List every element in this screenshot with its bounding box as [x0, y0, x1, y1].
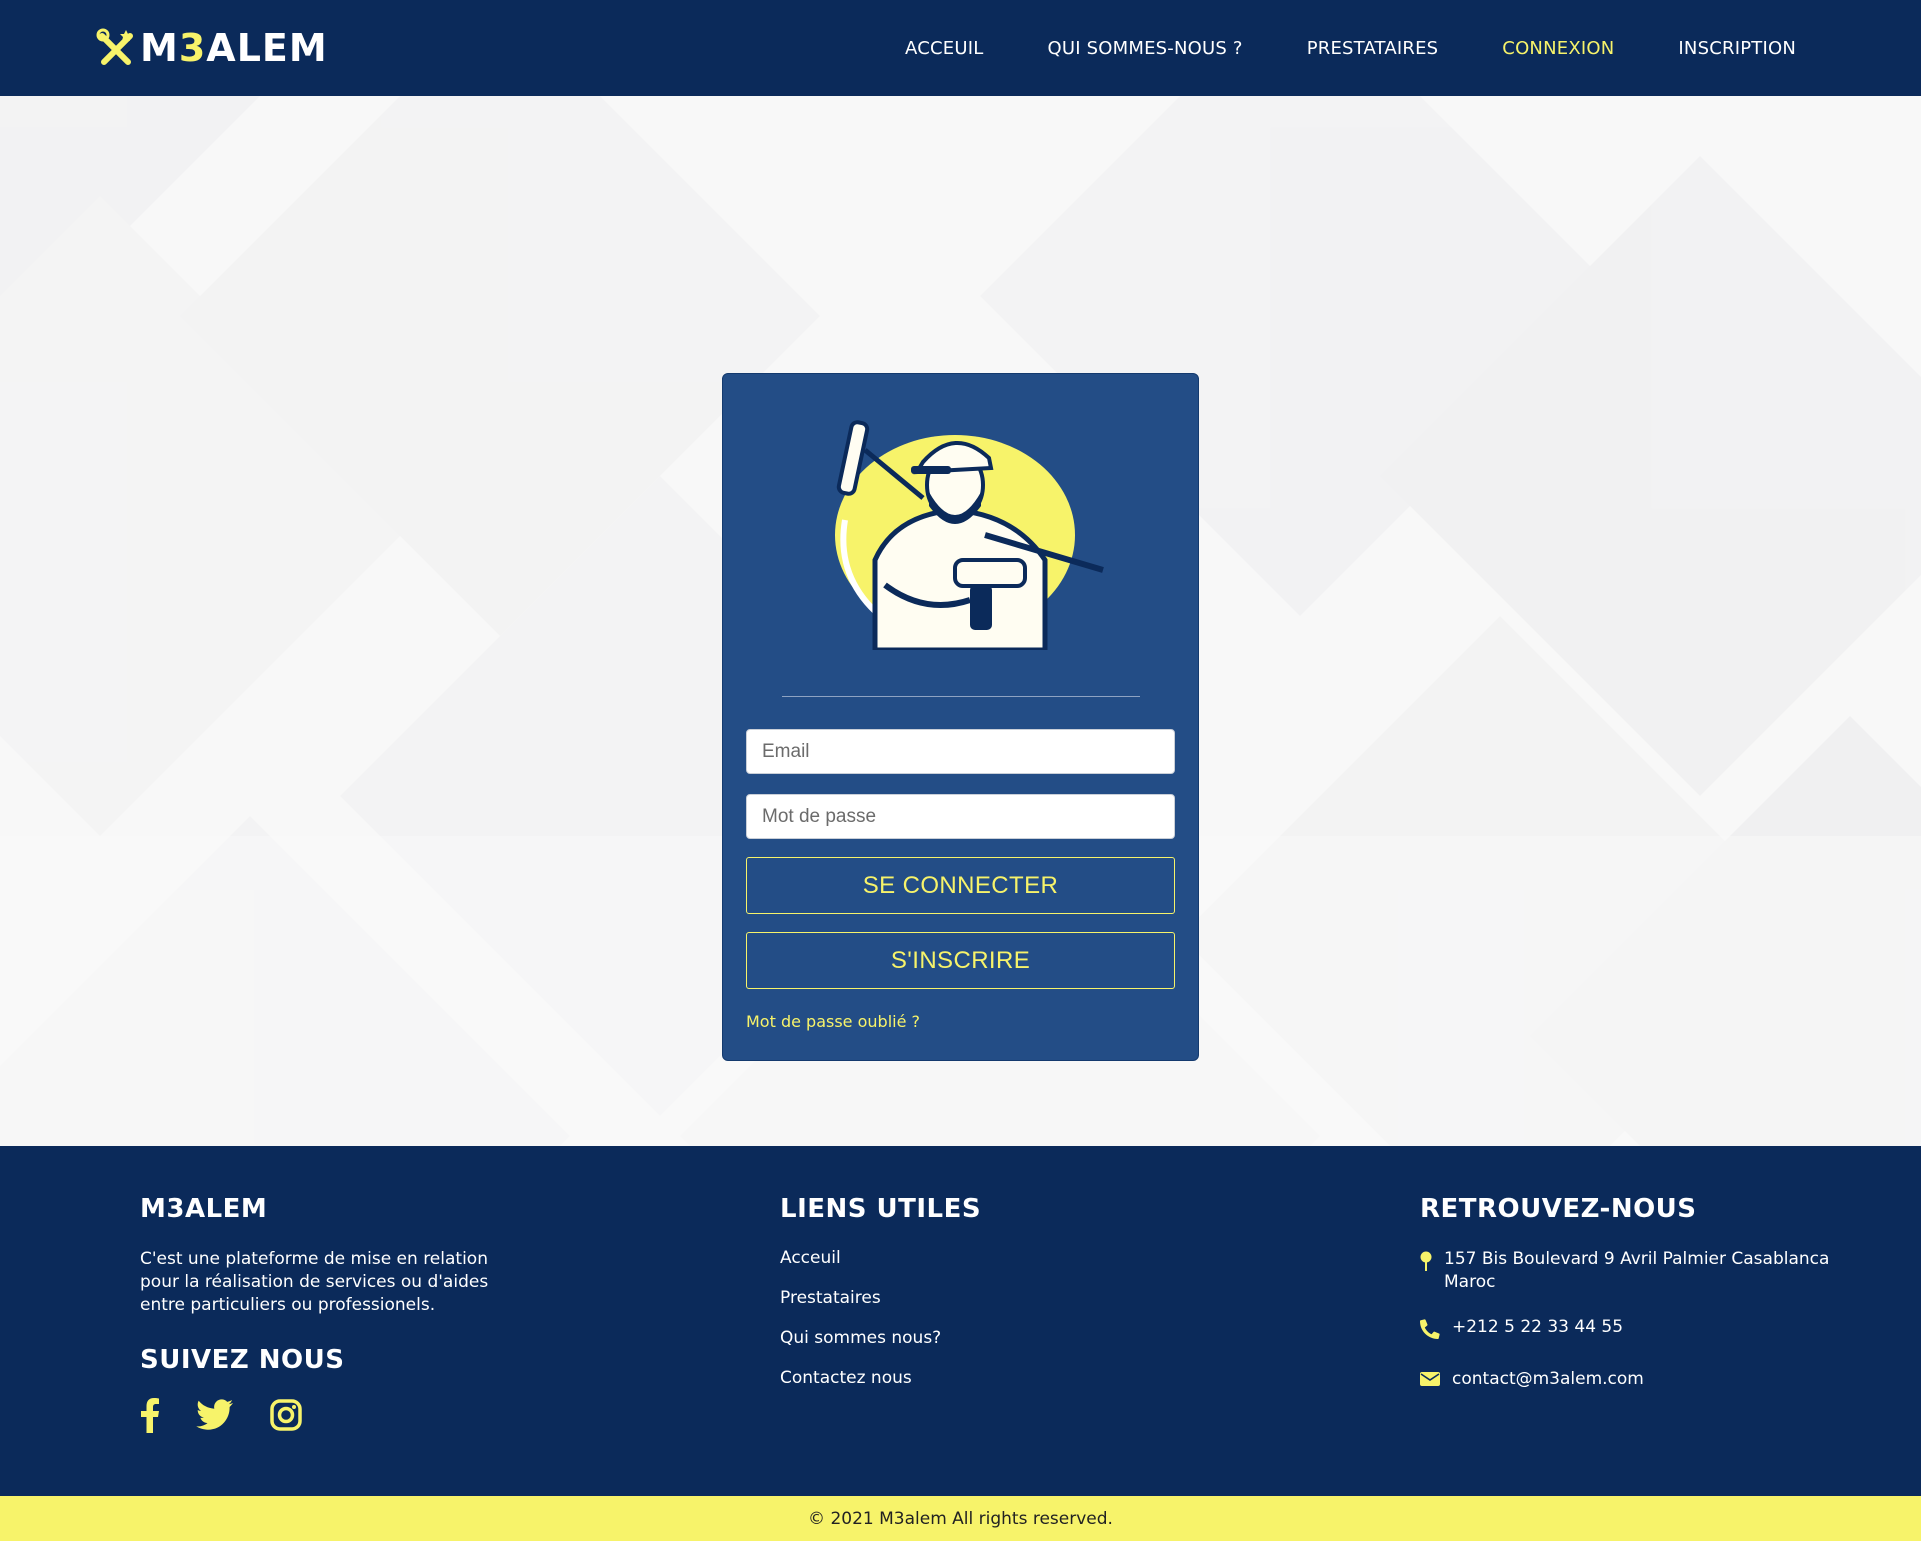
nav-acceuil[interactable]: ACCEUIL — [905, 38, 983, 59]
footer-link-qui-sommes-nous[interactable]: Qui sommes nous? — [780, 1328, 941, 1348]
footer-about-text: C'est une plateforme de mise en relation… — [140, 1249, 489, 1315]
nav-inscription[interactable]: INSCRIPTION — [1678, 38, 1796, 59]
footer-contact-title: RETROUVEZ-NOUS — [1420, 1194, 1697, 1224]
forgot-password-link[interactable]: Mot de passe oublié ? — [746, 1012, 920, 1031]
contact-phone: +212 5 22 33 44 55 — [1420, 1316, 1840, 1346]
facebook-icon[interactable] — [140, 1397, 160, 1433]
email-text[interactable]: contact@m3alem.com — [1452, 1368, 1644, 1391]
footer-link-contactez-nous[interactable]: Contactez nous — [780, 1368, 912, 1388]
handyman-illustration — [835, 420, 1104, 650]
footer-follow-title: SUIVEZ NOUS — [140, 1345, 345, 1375]
copyright-bar: © 2021 M3alem All rights reserved. — [0, 1496, 1921, 1541]
footer-link-acceuil[interactable]: Acceuil — [780, 1248, 841, 1268]
footer-links-list: Acceuil Prestataires Qui sommes nous? Co… — [780, 1248, 1200, 1388]
login-section: SE CONNECTER S'INSCRIRE Mot de passe oub… — [0, 96, 1921, 1146]
footer-about: M3ALEM C'est une plateforme de mise en r… — [140, 1194, 560, 1433]
nav-connexion[interactable]: CONNEXION — [1502, 38, 1614, 59]
password-field[interactable] — [746, 794, 1175, 839]
instagram-icon[interactable] — [270, 1399, 302, 1431]
list-item: Prestataires — [780, 1288, 1200, 1308]
tools-logo-icon — [96, 28, 133, 65]
email-field[interactable] — [746, 729, 1175, 774]
copyright-text: © 2021 M3alem All rights reserved. — [808, 1508, 1113, 1529]
envelope-icon — [1420, 1368, 1452, 1394]
site-header: M3ALEM ACCEUIL QUI SOMMES-NOUS ? PRESTAT… — [0, 0, 1921, 96]
phone-icon — [1420, 1316, 1452, 1346]
list-item: Acceuil — [780, 1248, 1200, 1268]
login-button[interactable]: SE CONNECTER — [746, 857, 1175, 914]
footer-links-title: LIENS UTILES — [780, 1194, 982, 1224]
contact-email: contact@m3alem.com — [1420, 1368, 1840, 1394]
card-divider — [782, 696, 1140, 697]
phone-text: +212 5 22 33 44 55 — [1452, 1317, 1624, 1337]
site-footer: M3ALEM C'est une plateforme de mise en r… — [0, 1146, 1921, 1496]
list-item: Qui sommes nous? — [780, 1328, 1200, 1348]
contact-address: 157 Bis Boulevard 9 Avril Palmier Casabl… — [1420, 1248, 1840, 1294]
address-text: 157 Bis Boulevard 9 Avril Palmier Casabl… — [1444, 1249, 1830, 1292]
login-card: SE CONNECTER S'INSCRIRE Mot de passe oub… — [722, 373, 1199, 1061]
main-nav: ACCEUIL QUI SOMMES-NOUS ? PRESTATAIRES C… — [841, 0, 1796, 96]
footer-contact: RETROUVEZ-NOUS 157 Bis Boulevard 9 Avril… — [1420, 1194, 1840, 1416]
nav-prestataires[interactable]: PRESTATAIRES — [1307, 38, 1439, 59]
twitter-icon[interactable] — [196, 1399, 234, 1431]
site-logo[interactable]: M3ALEM — [96, 22, 328, 74]
nav-qui-sommes-nous[interactable]: QUI SOMMES-NOUS ? — [1047, 38, 1242, 59]
footer-about-title: M3ALEM — [140, 1194, 268, 1224]
list-item: Contactez nous — [780, 1368, 1200, 1388]
footer-link-prestataires[interactable]: Prestataires — [780, 1288, 881, 1308]
map-pin-icon — [1420, 1248, 1444, 1278]
logo-text: M3ALEM — [140, 26, 328, 70]
contact-details: 157 Bis Boulevard 9 Avril Palmier Casabl… — [1420, 1248, 1840, 1394]
footer-links: LIENS UTILES Acceuil Prestataires Qui so… — [780, 1194, 1200, 1408]
register-button[interactable]: S'INSCRIRE — [746, 932, 1175, 989]
social-links — [140, 1397, 560, 1433]
